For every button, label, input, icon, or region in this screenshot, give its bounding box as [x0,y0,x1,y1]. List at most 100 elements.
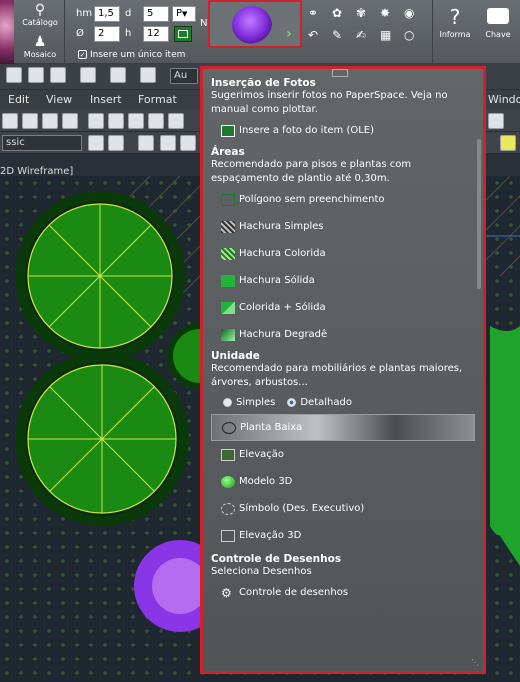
flower-icon[interactable]: ✾ [356,6,366,20]
open-icon[interactable] [28,67,44,83]
search-icon: ⚲ [34,2,46,18]
radio-detalhado[interactable] [287,397,297,407]
redo-icon[interactable] [140,67,156,83]
menu-edit[interactable]: Edit [8,93,29,106]
workspace-combo[interactable]: Au [170,68,198,84]
hatch-color-item[interactable]: Hachura Colorida [211,240,475,267]
tool-icon[interactable] [168,113,184,129]
tool-icon[interactable] [488,113,504,129]
single-item-hint: Insere um único item [90,50,186,60]
sun-icon[interactable] [180,135,196,151]
branch-icon[interactable]: ✸ [380,6,390,20]
menu-view[interactable]: View [46,93,72,106]
tool-icon[interactable] [62,113,78,129]
plant-options-popup: Inserção de Fotos Sugerimos inserir foto… [200,66,486,674]
polygon-item[interactable]: Polígono sem preenchimento [211,186,475,213]
paste-icon[interactable] [128,113,144,129]
model-3d-item[interactable]: Modelo 3D [211,468,475,495]
elevation-3d-item[interactable]: Elevação 3D [211,522,475,549]
layer-icon[interactable] [138,135,154,151]
circle-icon[interactable]: ○ [404,28,414,42]
hatch-gradient-icon [221,328,235,341]
hm-field[interactable]: 1,5 [94,6,120,22]
edit-icon[interactable]: ✍ [356,28,366,42]
undo-icon[interactable] [110,67,126,83]
informa-button[interactable]: ? Informa [436,4,474,39]
diameter-field[interactable]: 2 [94,26,120,42]
hatch-solid-item[interactable]: Hachura Sólida [211,267,475,294]
mosaic-button[interactable]: ♟ Mosaico [18,34,62,59]
symbol-icon [221,502,235,515]
plant-symbol-2[interactable] [15,352,189,526]
elevation-item[interactable]: Elevação [211,441,475,468]
hatch-gradient-item[interactable]: Hachura Degradê [211,321,475,348]
catalog-button[interactable]: ⚲ Catálogo [18,2,62,27]
hatch-simple-icon [221,220,235,233]
radio-simples[interactable] [223,397,232,407]
p-select[interactable]: P▼ [172,6,196,22]
plant-type-button[interactable]: › [208,0,302,48]
print-icon[interactable] [80,67,96,83]
cut-icon[interactable] [88,113,104,129]
d-field[interactable]: 5 [143,6,169,22]
new-icon[interactable] [6,67,22,83]
nodes-icon[interactable]: ◉ [404,6,414,20]
diameter-label: Ø [76,28,84,39]
hatch-simple-item[interactable]: Hachura Simples [211,213,475,240]
save-toggle-button[interactable] [174,26,192,42]
curve-icon[interactable]: ↶ [308,28,318,42]
insert-photo-item[interactable]: Insere a foto do item (OLE) [211,117,475,144]
chevron-down-icon: ▼ [182,10,188,18]
link-icon[interactable]: ⚭ [308,6,318,20]
cluster-icon[interactable]: ✿ [332,6,342,20]
section-title-unidade: Unidade [211,350,260,362]
elevation-icon [221,448,235,461]
d-label: d [125,8,132,19]
menu-window[interactable]: Windo [488,93,520,106]
tool-icon[interactable] [42,113,58,129]
polygon-icon [221,193,235,206]
model3d-icon [221,475,235,488]
menu-format[interactable]: Format [138,93,177,106]
section-desc-areas: Recomendado para pisos e plantas com esp… [211,159,412,184]
plant-icon [232,6,272,44]
grid-icon[interactable]: ▦ [380,28,391,42]
floppy-icon [178,30,188,38]
color-solid-icon [221,301,235,314]
copy-icon[interactable] [108,113,124,129]
help-icon: ? [449,5,461,29]
elevation3d-icon [221,529,235,542]
bulb-icon[interactable] [160,135,176,151]
drawing-control-item[interactable]: ⚙ Controle de desenhos [211,579,475,606]
color-swatch-icon[interactable] [500,135,516,151]
panel-divider [64,0,65,64]
tool-icon[interactable] [108,135,124,151]
color-solid-item[interactable]: Colorida + Sólida [211,294,475,321]
section-desc-controle: Seleciona Desenhos [211,566,312,577]
tool-icon[interactable] [88,135,104,151]
h-field[interactable]: 12 [143,26,169,42]
popup-scrollbar[interactable] [477,139,481,289]
resize-grip-icon[interactable]: ⋱ [471,658,479,667]
section-desc-fotos: Sugerimos inserir fotos no PaperSpace. V… [211,90,448,115]
symbol-item[interactable]: Símbolo (Des. Executivo) [211,495,475,522]
pencil-icon[interactable]: ✎ [332,28,342,42]
chave-button[interactable]: Chave [478,4,518,39]
match-icon[interactable] [148,113,164,129]
gear-icon: ⚙ [221,585,232,600]
hatch-color-icon [221,247,235,260]
people-icon: ♟ [33,34,47,50]
section-title-fotos: Inserção de Fotos [211,77,316,89]
section-title-areas: Áreas [211,146,245,158]
single-item-checkbox[interactable]: ✓ [78,50,87,59]
plan-view-item[interactable]: Planta Baixa [211,414,475,441]
detail-radio-group: Simples Detalhado [211,390,475,414]
menu-insert[interactable]: Insert [90,93,122,106]
tool-icon[interactable] [2,113,18,129]
plant-symbol-1[interactable] [15,191,185,361]
section-desc-unidade: Recomendado para mobiliários e plantas m… [211,363,463,388]
tool-icon[interactable] [22,113,38,129]
save-icon[interactable] [50,67,66,83]
popup-handle-icon[interactable] [332,69,348,77]
text-style-combo[interactable]: ssic [2,135,82,151]
